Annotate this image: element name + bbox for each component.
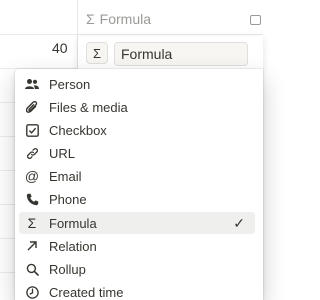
menu-item-label: URL <box>49 145 76 161</box>
menu-item-label: Created time <box>49 284 124 300</box>
menu-item-label: Rollup <box>49 261 86 277</box>
property-editor: Σ <box>78 36 263 70</box>
menu-item-label: Person <box>49 76 91 92</box>
clock-icon <box>25 285 39 299</box>
checkmark-icon: ✓ <box>233 215 245 231</box>
menu-item-label: Formula <box>49 215 97 231</box>
column-header-label: Formula <box>99 11 152 27</box>
menu-item-email[interactable]: @ Email <box>19 165 255 187</box>
menu-item-checkbox[interactable]: Checkbox <box>19 119 255 141</box>
menu-item-label: Relation <box>49 238 97 254</box>
menu-item-relation[interactable]: Relation <box>19 235 255 257</box>
table-cell-value[interactable]: 40 <box>52 40 68 56</box>
sigma-icon: Σ <box>27 215 37 231</box>
checkbox-icon <box>25 123 39 137</box>
column-header-formula[interactable]: Σ Formula <box>86 11 151 27</box>
magnifier-icon <box>25 262 39 276</box>
sigma-icon: Σ <box>92 45 102 61</box>
people-icon <box>25 77 39 91</box>
at-sign-icon: @ <box>24 168 40 184</box>
menu-item-label: Email <box>49 168 82 184</box>
paperclip-icon <box>25 100 39 114</box>
menu-item-phone[interactable]: Phone <box>19 188 255 210</box>
menu-item-files-media[interactable]: Files & media <box>19 96 255 118</box>
property-type-menu: Person Files & media Checkbox URL @ Emai… <box>15 69 263 300</box>
menu-item-label: Phone <box>49 191 87 207</box>
menu-item-label: Checkbox <box>49 122 107 138</box>
arrow-up-right-icon <box>25 239 39 253</box>
menu-item-person[interactable]: Person <box>19 73 255 95</box>
property-name-input[interactable] <box>114 42 248 66</box>
sigma-icon: Σ <box>86 11 95 27</box>
menu-item-formula[interactable]: Σ Formula ✓ <box>19 212 255 234</box>
menu-item-url[interactable]: URL <box>19 142 255 164</box>
menu-item-created-time[interactable]: Created time <box>19 281 255 300</box>
phone-icon <box>25 192 39 206</box>
calendar-icon[interactable] <box>250 15 261 25</box>
menu-item-rollup[interactable]: Rollup <box>19 258 255 280</box>
menu-item-label: Files & media <box>49 99 128 115</box>
link-icon <box>25 146 39 160</box>
property-type-button[interactable]: Σ <box>86 42 108 64</box>
